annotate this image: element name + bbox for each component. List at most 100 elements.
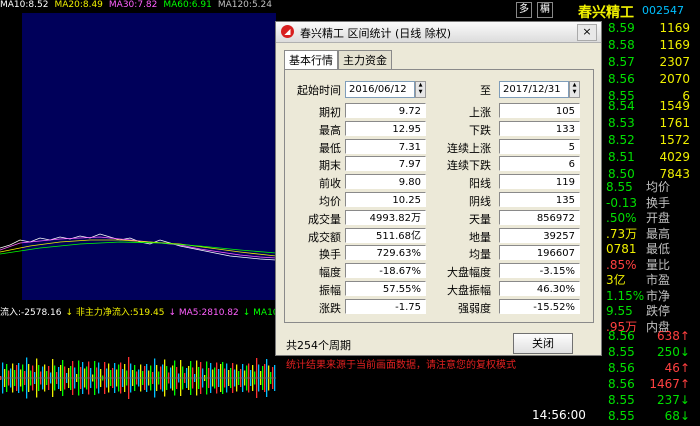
tick-volume: 1467↑	[649, 377, 690, 391]
left-stat-value: 511.68亿	[345, 227, 426, 243]
stat-value: -0.13	[606, 195, 638, 210]
close-button[interactable]: 关闭	[513, 333, 573, 354]
left-stat-value: 7.97	[345, 156, 426, 172]
quote-row: 8.54 1549	[608, 99, 700, 116]
quote-price: 8.51	[608, 150, 635, 164]
quote-price: 8.54	[608, 99, 635, 113]
stat-label: 均价	[646, 180, 671, 194]
quote-price: 8.58	[608, 38, 635, 52]
stat-row: 9.55 跌停	[606, 302, 670, 319]
ma-value: MA30:7.82	[108, 0, 158, 10]
start-date-field[interactable]: 2016/06/12	[345, 81, 415, 98]
left-stat-value: 9.72	[345, 103, 426, 118]
end-date-spinner[interactable]: ▲ ▼	[569, 81, 580, 98]
quote-row: 8.52 1572	[608, 133, 700, 150]
left-stat-label: 成交量	[308, 212, 341, 226]
right-stat-value: 46.30%	[499, 281, 580, 296]
quote-row: 8.57 2307	[608, 55, 700, 72]
stat-value: 3亿	[606, 273, 626, 287]
tick-price: 8.55	[608, 409, 635, 423]
right-stat-value: 39257	[499, 227, 580, 243]
dialog-title: 春兴精工 区间统计 (日线 除权)	[300, 27, 452, 40]
tick-price: 8.55	[608, 393, 635, 407]
to-label: 至	[480, 84, 491, 97]
end-date-field[interactable]: 2017/12/31	[499, 81, 569, 98]
stat-row: 8.55 均价	[606, 178, 670, 195]
tick-row: 8.55 237↓	[608, 393, 700, 410]
tick-volume: 638↑	[657, 329, 690, 343]
range-statistics-dialog: ◢ 春兴精工 区间统计 (日线 除权) × 基本行情 主力资金 起始时间 201…	[275, 21, 602, 371]
left-stat-label: 期初	[319, 106, 341, 119]
stat-label: 换手	[646, 195, 671, 210]
stat-label: 市净	[646, 288, 671, 303]
flow-value: ↓ MA10:11	[242, 308, 276, 317]
left-stat-label: 均价	[319, 195, 341, 208]
left-stat-label: 换手	[319, 248, 341, 262]
volume-histogram	[0, 357, 276, 399]
tick-price: 8.56	[608, 329, 635, 343]
start-time-label: 起始时间	[297, 84, 341, 97]
right-stat-value: 856972	[499, 209, 580, 225]
left-stat-value: 729.63%	[345, 245, 426, 261]
stock-name: 春兴精工	[578, 5, 634, 21]
warning-note: 统计结果来源于当前画面数据，请注意您的复权模式	[286, 360, 516, 371]
quote-volume: 4029	[659, 150, 690, 164]
stat-label: 量比	[646, 257, 671, 272]
stat-value: 9.55	[606, 304, 633, 318]
left-stat-label: 成交额	[308, 230, 341, 244]
stat-value: 8.55	[606, 180, 633, 194]
left-stat-value: 57.55%	[345, 281, 426, 296]
ma-indicator-bar: MA10:8.52 MA20:8.49 MA30:7.82 MA60:6.91 MA12…	[0, 0, 276, 12]
stats-panel: 起始时间 2016/06/12 ▲ ▼ 至 2017/12/31 ▲ ▼ 期初 9.7…	[284, 69, 594, 323]
left-stat-value: -1.75	[345, 298, 426, 314]
quote-price: 8.52	[608, 133, 635, 147]
right-stat-label: 阴线	[469, 195, 491, 208]
right-stat-label: 均量	[469, 248, 491, 262]
left-stat-label: 期末	[319, 159, 341, 173]
quote-volume: 1169	[659, 21, 690, 35]
window-menu-icon[interactable]: 榍	[537, 2, 553, 18]
left-stat-label: 最高	[319, 123, 341, 137]
ma-value: MA10:8.52	[0, 0, 49, 10]
stat-value: .73万	[606, 226, 638, 241]
stat-row: 0781 最低	[606, 240, 670, 257]
quote-volume: 1761	[659, 116, 690, 130]
tick-price: 8.55	[608, 345, 635, 359]
left-stat-value: 10.25	[345, 192, 426, 207]
kline-chart-area[interactable]: MA10:8.52 MA20:8.49 MA30:7.82 MA60:6.91 MA12…	[0, 0, 276, 426]
right-stat-value: 6	[499, 156, 580, 172]
stat-row: 1.15% 市净	[606, 287, 670, 304]
left-stat-value: 9.80	[345, 174, 426, 190]
stat-label: 市盈	[646, 273, 671, 287]
right-stat-value: -15.52%	[499, 298, 580, 314]
ma-value: MA20:8.49	[54, 0, 103, 10]
right-stat-label: 强弱度	[458, 301, 491, 315]
stat-label: 最高	[646, 226, 671, 241]
left-stat-label: 前收	[319, 177, 341, 191]
window-restore-icon[interactable]: 多	[516, 2, 532, 18]
flow-value: ↓ MA5:2810.82	[168, 308, 239, 317]
left-stat-value: 4993.82万	[345, 209, 426, 225]
quote-volume: 1169	[659, 38, 690, 52]
dialog-titlebar[interactable]: ◢ 春兴精工 区间统计 (日线 除权) ×	[276, 22, 601, 43]
right-stat-value: 5	[499, 138, 580, 154]
tick-row: 8.55 68↓	[608, 409, 700, 426]
left-stat-label: 最低	[319, 141, 341, 155]
tab-main-capital[interactable]: 主力资金	[338, 50, 392, 70]
stat-label: 最低	[646, 242, 671, 256]
right-stat-value: 196607	[499, 245, 580, 261]
close-icon[interactable]: ×	[577, 24, 597, 41]
app-logo-icon: ◢	[281, 25, 294, 38]
start-date-spinner[interactable]: ▲ ▼	[415, 81, 426, 98]
tab-basic-quotes[interactable]: 基本行情	[284, 50, 338, 71]
stat-value: 1.15%	[606, 288, 645, 303]
quote-row: 8.56 2070	[608, 72, 700, 89]
price-curve	[0, 233, 276, 261]
left-stat-label: 振幅	[319, 284, 341, 297]
tick-volume: 68↓	[664, 409, 690, 423]
quote-row: 8.59 1169	[608, 21, 700, 38]
current-time: 14:56:00	[532, 408, 586, 422]
period-count: 共254个周期	[286, 339, 351, 352]
ma-value: MA120:5.24	[217, 0, 272, 10]
right-stat-label: 连续上涨	[447, 141, 491, 155]
